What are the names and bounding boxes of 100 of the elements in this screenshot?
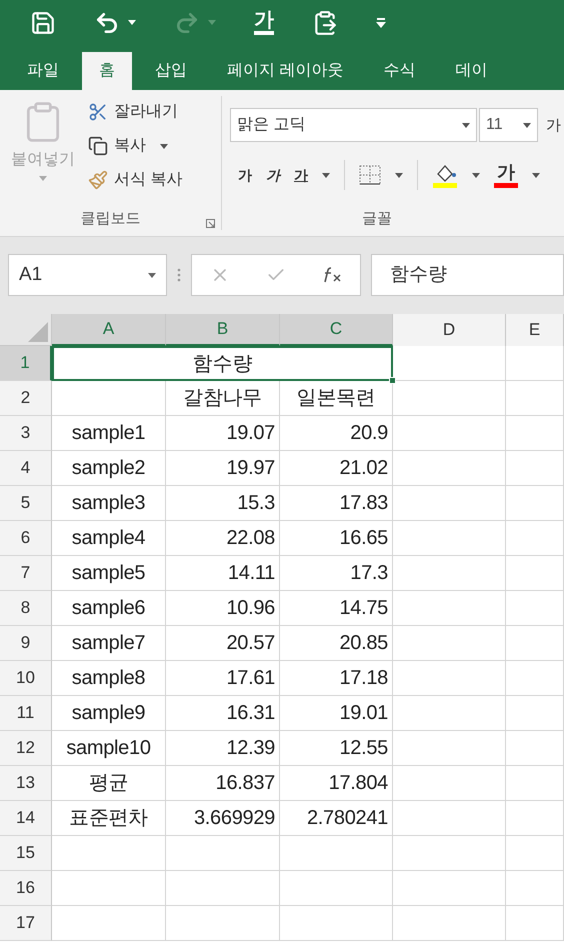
- column-header[interactable]: A: [52, 314, 166, 346]
- empty-cell: [506, 696, 564, 731]
- dialog-launcher-icon[interactable]: [206, 219, 215, 228]
- empty-cell: [506, 731, 564, 766]
- table-cell: sample9: [52, 696, 166, 731]
- customize-icon[interactable]: [376, 18, 386, 28]
- row-header[interactable]: 8: [0, 591, 52, 626]
- table-cell: sample6: [52, 591, 166, 626]
- clipboard-action[interactable]: 복사: [114, 134, 146, 158]
- italic-button[interactable]: 가: [266, 164, 280, 186]
- row-header[interactable]: 1: [0, 346, 52, 381]
- row-header[interactable]: 12: [0, 731, 52, 766]
- column-header[interactable]: B: [166, 314, 280, 346]
- row-header[interactable]: 3: [0, 416, 52, 451]
- clipboard-action[interactable]: 서식 복사: [114, 168, 182, 192]
- table-cell: 갈참나무: [166, 381, 280, 416]
- caret-icon[interactable]: [532, 172, 540, 178]
- table-cell: 21.02: [280, 451, 393, 486]
- save-icon[interactable]: [30, 10, 56, 36]
- table-cell: 10.96: [166, 591, 280, 626]
- row-header[interactable]: 10: [0, 661, 52, 696]
- row-header[interactable]: 9: [0, 626, 52, 661]
- table-cell: 20.85: [280, 626, 393, 661]
- table-cell: 19.01: [280, 696, 393, 731]
- function-icon[interactable]: [322, 267, 342, 283]
- table-cell: sample7: [52, 626, 166, 661]
- empty-cell: [506, 486, 564, 521]
- font-color-swatch: [494, 182, 518, 188]
- row-header[interactable]: 16: [0, 871, 52, 906]
- font-glyph-button[interactable]: 가: [254, 10, 274, 35]
- empty-cell: [506, 906, 564, 941]
- caret-icon[interactable]: [148, 272, 156, 278]
- column-header[interactable]: D: [393, 314, 506, 346]
- ribbon-tab[interactable]: 수식: [366, 52, 432, 90]
- table-cell: 16.65: [280, 521, 393, 556]
- row-header[interactable]: 11: [0, 696, 52, 731]
- row-header[interactable]: 5: [0, 486, 52, 521]
- row-header[interactable]: 2: [0, 381, 52, 416]
- table-cell: 17.18: [280, 661, 393, 696]
- table-cell: 16.837: [166, 766, 280, 801]
- table-cell: sample3: [52, 486, 166, 521]
- ribbon-tab[interactable]: 페이지 레이아웃: [210, 52, 360, 90]
- formula-field[interactable]: 함수량: [371, 254, 564, 296]
- row-header[interactable]: 6: [0, 521, 52, 556]
- borders-icon[interactable]: [359, 165, 381, 185]
- empty-cell: [506, 591, 564, 626]
- table-cell: sample5: [52, 556, 166, 591]
- merged-cell: 함수량: [52, 346, 393, 381]
- empty-cell: [506, 521, 564, 556]
- drag-handle-icon[interactable]: [177, 268, 181, 282]
- empty-cell: [506, 556, 564, 591]
- caret-icon[interactable]: [160, 144, 168, 148]
- bold-button[interactable]: 가: [238, 164, 252, 186]
- underline-button[interactable]: 가: [294, 164, 308, 186]
- font-color-button[interactable]: 가: [497, 162, 515, 180]
- table-cell: sample10: [52, 731, 166, 766]
- copy-icon: [88, 136, 108, 156]
- table-cell: 19.07: [166, 416, 280, 451]
- grow-font-button[interactable]: 가: [546, 118, 561, 132]
- ribbon-tab[interactable]: 파일: [10, 52, 76, 90]
- row-header[interactable]: 4: [0, 451, 52, 486]
- column-header[interactable]: C: [280, 314, 393, 346]
- row-header[interactable]: 14: [0, 801, 52, 836]
- empty-cell: [506, 661, 564, 696]
- fill-handle[interactable]: [389, 377, 396, 384]
- ribbon-tab[interactable]: 데이: [438, 52, 504, 90]
- table-cell: sample8: [52, 661, 166, 696]
- caret-icon[interactable]: [322, 172, 330, 178]
- column-header[interactable]: E: [506, 314, 564, 346]
- caret-icon[interactable]: [523, 122, 531, 128]
- empty-cell: [506, 346, 564, 381]
- empty-cell: [506, 416, 564, 451]
- font-name-field[interactable]: 맑은 고딕: [230, 108, 477, 142]
- table-cell: 일본목련: [280, 381, 393, 416]
- empty-cell: [506, 871, 564, 906]
- font-size-field[interactable]: 11: [479, 108, 538, 142]
- empty-cell: [506, 626, 564, 661]
- table-cell: 16.31: [166, 696, 280, 731]
- row-header[interactable]: 17: [0, 906, 52, 941]
- caret-icon[interactable]: [395, 172, 403, 178]
- row-header[interactable]: 13: [0, 766, 52, 801]
- clipboard-action[interactable]: 잘라내기: [114, 100, 178, 124]
- corner-triangle-icon: [28, 322, 48, 342]
- empty-cell: [506, 766, 564, 801]
- empty-cell: [506, 801, 564, 836]
- ribbon-tab[interactable]: 홈: [82, 52, 132, 90]
- row-header[interactable]: 15: [0, 836, 52, 871]
- empty-cell: [506, 836, 564, 871]
- ribbon-tab[interactable]: 삽입: [138, 52, 204, 90]
- caret-icon[interactable]: [472, 172, 480, 178]
- row-header[interactable]: 7: [0, 556, 52, 591]
- caret-icon[interactable]: [462, 122, 470, 128]
- table-cell: 12.39: [166, 731, 280, 766]
- name-box[interactable]: A1: [8, 254, 167, 296]
- table-cell: 12.55: [280, 731, 393, 766]
- empty-cell: [506, 381, 564, 416]
- empty-cell: [506, 451, 564, 486]
- table-cell: 17.3: [280, 556, 393, 591]
- table-cell: 22.08: [166, 521, 280, 556]
- caret-icon[interactable]: [128, 20, 136, 25]
